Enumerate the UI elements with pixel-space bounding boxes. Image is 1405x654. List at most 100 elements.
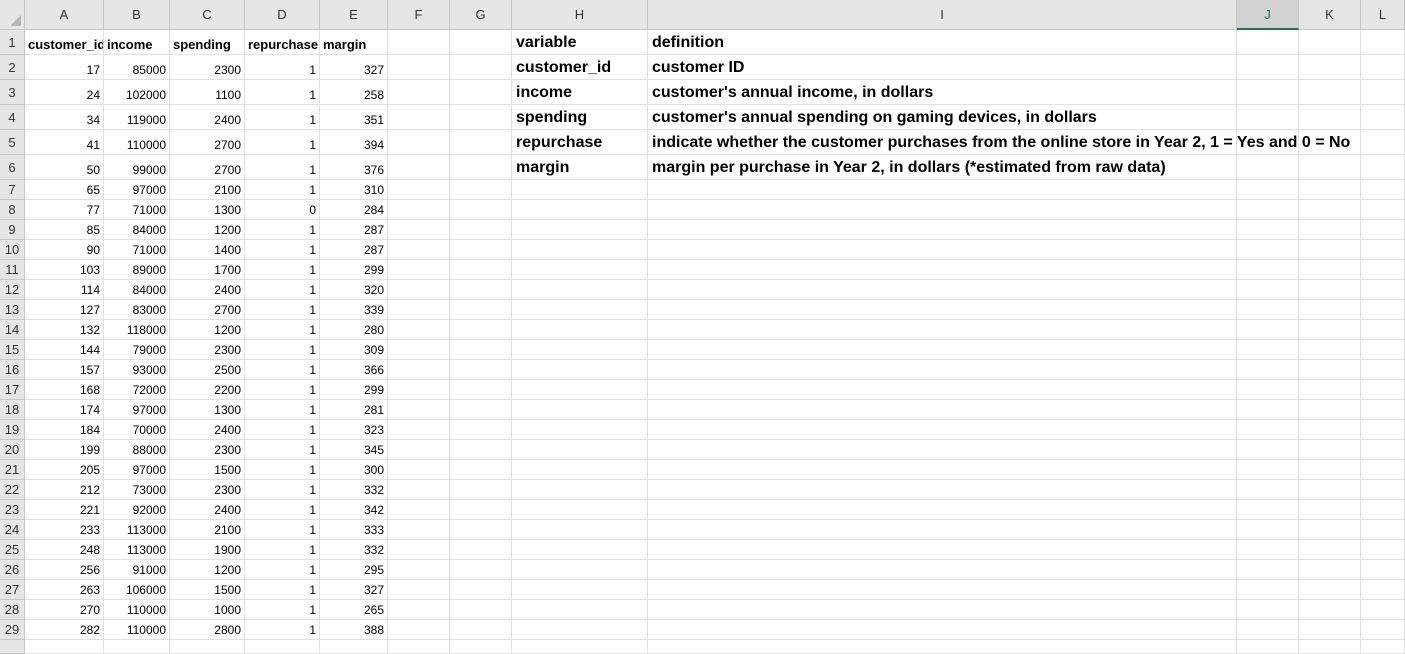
cell-i18[interactable] (648, 400, 1237, 420)
row-header-9[interactable]: 9 (0, 220, 25, 240)
cell-l29[interactable] (1361, 620, 1405, 640)
cell-i8[interactable] (648, 200, 1237, 220)
data-cell-customer-id[interactable]: 221 (25, 500, 104, 520)
cell-j30[interactable] (1237, 640, 1299, 654)
data-cell-customer-id[interactable]: 41 (25, 130, 104, 155)
cell-g5[interactable] (450, 130, 512, 155)
data-cell-customer-id[interactable]: 233 (25, 520, 104, 540)
cell-a30[interactable] (25, 640, 104, 654)
cell-k12[interactable] (1299, 280, 1361, 300)
cell-g14[interactable] (450, 320, 512, 340)
column-header-i[interactable]: I (648, 0, 1237, 30)
cell-l19[interactable] (1361, 420, 1405, 440)
row-header-27[interactable]: 27 (0, 580, 25, 600)
data-cell-spending[interactable]: 1200 (170, 220, 245, 240)
data-cell-repurchase[interactable]: 1 (245, 380, 320, 400)
cell-f10[interactable] (388, 240, 450, 260)
data-cell-spending[interactable]: 1500 (170, 580, 245, 600)
cell-j28[interactable] (1237, 600, 1299, 620)
row-header-10[interactable]: 10 (0, 240, 25, 260)
data-cell-income[interactable]: 119000 (104, 105, 170, 130)
cell-h14[interactable] (512, 320, 648, 340)
data-cell-customer-id[interactable]: 270 (25, 600, 104, 620)
cell-f1[interactable] (388, 30, 450, 55)
cell-f25[interactable] (388, 540, 450, 560)
cell-h26[interactable] (512, 560, 648, 580)
data-cell-margin[interactable]: 284 (320, 200, 388, 220)
data-cell-margin[interactable]: 295 (320, 560, 388, 580)
cell-f6[interactable] (388, 155, 450, 180)
cell-l26[interactable] (1361, 560, 1405, 580)
cell-h20[interactable] (512, 440, 648, 460)
data-cell-income[interactable]: 91000 (104, 560, 170, 580)
definition-text-cell[interactable]: indicate whether the customer purchases … (648, 130, 1350, 155)
cell-d30[interactable] (245, 640, 320, 654)
cell-j19[interactable] (1237, 420, 1299, 440)
row-header-28[interactable]: 28 (0, 600, 25, 620)
cell-f17[interactable] (388, 380, 450, 400)
cell-g3[interactable] (450, 80, 512, 105)
data-cell-spending[interactable]: 1000 (170, 600, 245, 620)
cell-f21[interactable] (388, 460, 450, 480)
cell-f9[interactable] (388, 220, 450, 240)
cell-l16[interactable] (1361, 360, 1405, 380)
data-cell-customer-id[interactable]: 50 (25, 155, 104, 180)
cell-l21[interactable] (1361, 460, 1405, 480)
cell-l7[interactable] (1361, 180, 1405, 200)
cell-i15[interactable] (648, 340, 1237, 360)
data-cell-repurchase[interactable]: 0 (245, 200, 320, 220)
data-cell-customer-id[interactable]: 184 (25, 420, 104, 440)
cell-l30[interactable] (1361, 640, 1405, 654)
cell-i13[interactable] (648, 300, 1237, 320)
data-cell-repurchase[interactable]: 1 (245, 560, 320, 580)
cell-h29[interactable] (512, 620, 648, 640)
cell-i24[interactable] (648, 520, 1237, 540)
cell-j8[interactable] (1237, 200, 1299, 220)
data-cell-customer-id[interactable]: 205 (25, 460, 104, 480)
data-cell-margin[interactable]: 323 (320, 420, 388, 440)
cell-k7[interactable] (1299, 180, 1361, 200)
data-cell-income[interactable]: 89000 (104, 260, 170, 280)
cell-i21[interactable] (648, 460, 1237, 480)
data-cell-repurchase[interactable]: 1 (245, 320, 320, 340)
cell-h15[interactable] (512, 340, 648, 360)
cell-j11[interactable] (1237, 260, 1299, 280)
data-cell-customer-id[interactable]: 132 (25, 320, 104, 340)
cell-l24[interactable] (1361, 520, 1405, 540)
cell-h24[interactable] (512, 520, 648, 540)
cell-h13[interactable] (512, 300, 648, 320)
cell-l9[interactable] (1361, 220, 1405, 240)
cell-j26[interactable] (1237, 560, 1299, 580)
definition-text-cell[interactable]: customer's annual income, in dollars (648, 80, 1237, 105)
header-cell-customer-id[interactable]: customer_id (25, 30, 104, 55)
data-cell-repurchase[interactable]: 1 (245, 280, 320, 300)
data-cell-customer-id[interactable]: 65 (25, 180, 104, 200)
cell-h10[interactable] (512, 240, 648, 260)
data-cell-margin[interactable]: 287 (320, 240, 388, 260)
cell-j12[interactable] (1237, 280, 1299, 300)
row-header-6[interactable]: 6 (0, 155, 25, 180)
cell-i11[interactable] (648, 260, 1237, 280)
data-cell-spending[interactable]: 2200 (170, 380, 245, 400)
cell-g17[interactable] (450, 380, 512, 400)
data-cell-margin[interactable]: 345 (320, 440, 388, 460)
data-cell-repurchase[interactable]: 1 (245, 220, 320, 240)
cell-h23[interactable] (512, 500, 648, 520)
data-cell-spending[interactable]: 1200 (170, 320, 245, 340)
data-cell-repurchase[interactable]: 1 (245, 520, 320, 540)
row-header-24[interactable]: 24 (0, 520, 25, 540)
cell-k15[interactable] (1299, 340, 1361, 360)
cell-g28[interactable] (450, 600, 512, 620)
data-cell-repurchase[interactable]: 1 (245, 105, 320, 130)
cell-k27[interactable] (1299, 580, 1361, 600)
row-header-4[interactable]: 4 (0, 105, 25, 130)
row-header-15[interactable]: 15 (0, 340, 25, 360)
cell-i26[interactable] (648, 560, 1237, 580)
data-cell-income[interactable]: 92000 (104, 500, 170, 520)
data-cell-customer-id[interactable]: 17 (25, 55, 104, 80)
data-cell-spending[interactable]: 2400 (170, 420, 245, 440)
data-cell-customer-id[interactable]: 34 (25, 105, 104, 130)
cell-l13[interactable] (1361, 300, 1405, 320)
data-cell-customer-id[interactable]: 174 (25, 400, 104, 420)
cell-l18[interactable] (1361, 400, 1405, 420)
